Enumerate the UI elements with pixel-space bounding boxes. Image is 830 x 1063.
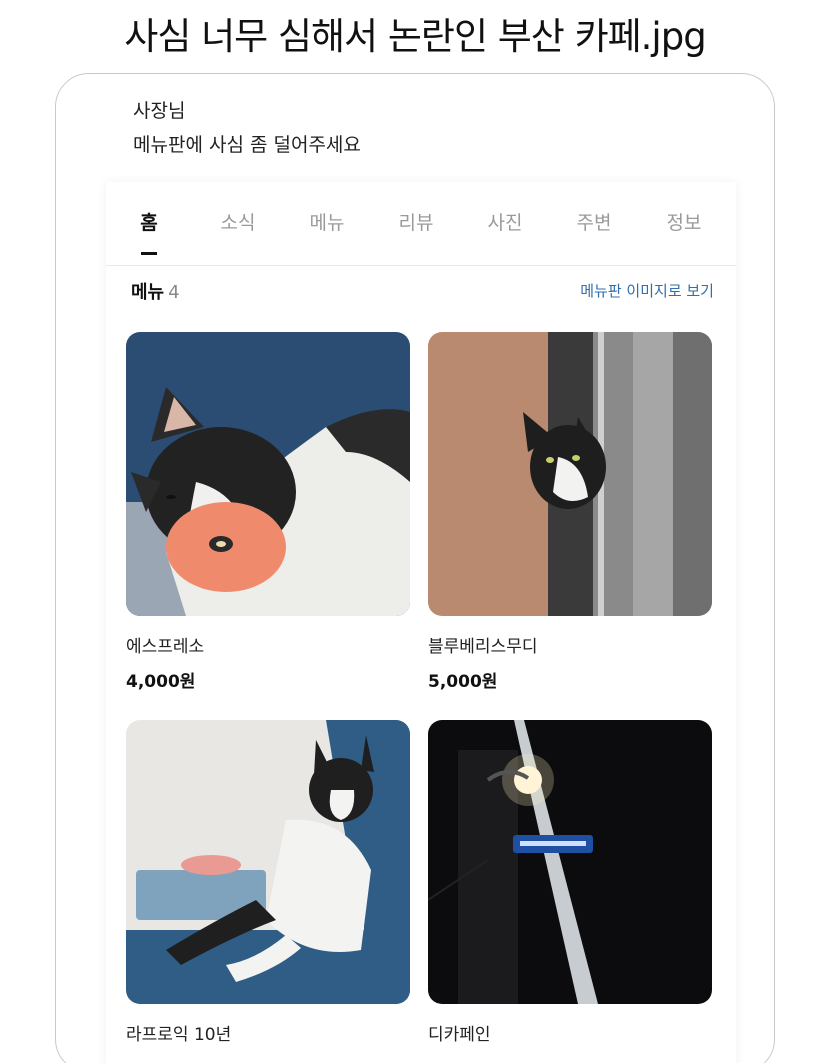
- tab-reviews[interactable]: 리뷰: [381, 208, 451, 235]
- tab-news[interactable]: 소식: [203, 208, 273, 235]
- menu-section-label: 메뉴: [131, 282, 165, 303]
- menu-item-name: 블루베리스무디: [428, 637, 538, 657]
- menu-item-photo: [126, 332, 410, 616]
- message-line-2: 메뉴판에 사심 좀 덜어주세요: [133, 134, 361, 156]
- menu-item-name: 디카페인: [428, 1025, 491, 1045]
- tab-photos[interactable]: 사진: [470, 208, 540, 235]
- tab-bar: 홈 소식 메뉴 리뷰 사진 주변 정보: [106, 182, 736, 266]
- tab-home[interactable]: 홈: [114, 208, 184, 255]
- menu-item[interactable]: 디카페인: [428, 720, 712, 1045]
- tab-info[interactable]: 정보: [649, 208, 719, 235]
- message-text: 사장님 메뉴판에 사심 좀 덜어주세요: [133, 94, 361, 162]
- menu-item-price: 5,000원: [428, 672, 498, 692]
- view-menu-image-link[interactable]: 메뉴판 이미지로 보기: [580, 280, 714, 301]
- message-line-1: 사장님: [133, 100, 186, 122]
- menu-item[interactable]: 에스프레소 4,000원: [126, 332, 410, 692]
- menu-item-photo: [428, 332, 712, 616]
- menu-item-name: 에스프레소: [126, 637, 205, 657]
- menu-count: 4: [168, 282, 180, 303]
- menu-section-title: 메뉴 4: [131, 278, 180, 304]
- tab-menu[interactable]: 메뉴: [292, 208, 362, 235]
- menu-item-name: 라프로익 10년: [126, 1025, 232, 1045]
- place-panel: 홈 소식 메뉴 리뷰 사진 주변 정보 메뉴 4 메뉴판 이미지로 보기 에스프…: [106, 182, 736, 1063]
- tab-nearby[interactable]: 주변: [559, 208, 629, 235]
- menu-item-photo: [428, 720, 712, 1004]
- menu-item[interactable]: 라프로익 10년: [126, 720, 410, 1045]
- screenshot-card: 사장님 메뉴판에 사심 좀 덜어주세요 홈 소식 메뉴 리뷰 사진 주변 정보 …: [55, 73, 775, 1063]
- menu-item-price: 4,000원: [126, 672, 196, 692]
- menu-item[interactable]: 블루베리스무디 5,000원: [428, 332, 712, 692]
- headline-title: 사심 너무 심해서 논란인 부산 카페.jpg: [124, 15, 706, 58]
- menu-item-photo: [126, 720, 410, 1004]
